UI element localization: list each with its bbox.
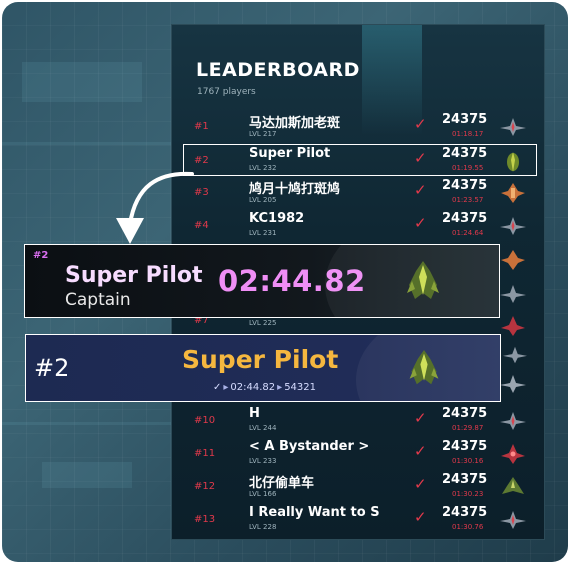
player-count: 1767 players xyxy=(197,87,256,97)
row-player-name: Super Pilot xyxy=(249,146,331,161)
row-level: LVL 225 xyxy=(249,319,277,327)
row-rank: #10 xyxy=(194,415,216,426)
check-icon: ✓ xyxy=(414,409,427,427)
row-level: LVL 231 xyxy=(249,229,277,237)
row-player-name: < A Bystander > xyxy=(249,439,370,454)
card-player-name: Super Pilot xyxy=(65,263,203,288)
check-icon: ✓ xyxy=(414,149,427,167)
leaderboard-row[interactable]: #10 H LVL 244 ✓ 24375 01:29.87 xyxy=(184,405,538,437)
check-icon: ✓ xyxy=(414,442,427,460)
row-score: 24375 xyxy=(442,112,488,127)
row-time: 01:30.16 xyxy=(452,457,484,465)
row-level: LVL 233 xyxy=(249,457,277,465)
row-player-name: KC1982 xyxy=(249,211,305,226)
red-ship-icon xyxy=(501,444,525,464)
row-level: LVL 205 xyxy=(249,196,277,204)
row-player-name: I Really Want to S xyxy=(249,505,380,520)
leaderboard-row[interactable]: #12 北仔偷单车 LVL 166 ✓ 24375 01:30.23 xyxy=(184,471,538,503)
leaderboard-title: LEADERBOARD xyxy=(196,59,360,81)
fighter-ship-icon xyxy=(500,375,526,393)
card-stats: ✓ ▸ 02:44.82 ▸ 54321 xyxy=(213,382,316,393)
row-score: 24375 xyxy=(442,472,488,487)
row-rank: #11 xyxy=(194,448,216,459)
row-level: LVL 244 xyxy=(249,424,277,432)
row-score: 24375 xyxy=(442,178,488,193)
leaderboard-row[interactable]: #13 I Really Want to S LVL 228 ✓ 24375 0… xyxy=(184,504,538,536)
fighter-ship-icon xyxy=(500,285,526,303)
check-icon: ✓ xyxy=(414,214,427,232)
background-rail xyxy=(2,142,172,145)
background-rail xyxy=(2,422,172,425)
red-ship-icon xyxy=(501,316,525,336)
card-score: 54321 xyxy=(284,382,316,393)
row-score: 24375 xyxy=(442,439,488,454)
leaderboard-row-highlighted[interactable]: #2 Super Pilot LVL 232 ✓ 24375 01:19.55 xyxy=(183,144,537,176)
leaderboard-row[interactable]: #3 鸠月十鸠打斑鸠 LVL 205 ✓ 24375 01:23.57 xyxy=(184,177,538,209)
row-rank: #12 xyxy=(194,481,216,492)
fighter-ship-icon xyxy=(500,217,526,235)
check-icon: ✓ xyxy=(414,508,427,526)
row-score: 24375 xyxy=(442,146,488,161)
row-time: 01:24.64 xyxy=(452,229,484,237)
row-rank: #1 xyxy=(194,121,209,132)
row-player-name: 北仔偷单车 xyxy=(249,476,315,491)
curved-arrow-icon xyxy=(116,171,194,244)
green-ship-icon xyxy=(502,477,524,494)
row-level: LVL 232 xyxy=(249,164,277,172)
card-time: 02:44.82 xyxy=(230,382,276,393)
row-time: 01:29.87 xyxy=(452,424,484,432)
background-block xyxy=(42,462,132,488)
card-rank: #2 xyxy=(34,354,70,382)
row-player-name: H xyxy=(249,406,260,421)
fighter-ship-icon xyxy=(500,118,526,136)
orange-ship-icon xyxy=(501,250,525,270)
row-score: 24375 xyxy=(442,505,488,520)
row-time: 01:23.57 xyxy=(452,196,484,204)
beetle-ship-icon xyxy=(507,152,519,172)
row-player-name: 马达加斯加老斑 xyxy=(249,116,341,131)
card-rank: #2 xyxy=(33,250,49,261)
row-time: 01:19.55 xyxy=(452,164,484,172)
player-card-dark[interactable]: #2 Super Pilot Captain 02:44.82 xyxy=(24,244,500,318)
row-player-name: 鸠月十鸠打斑鸠 xyxy=(249,182,341,197)
row-time: 01:30.23 xyxy=(452,490,484,498)
orange-ship-icon xyxy=(501,183,525,203)
check-icon: ✓ xyxy=(414,475,427,493)
row-rank: #13 xyxy=(194,514,216,525)
player-card-blue[interactable]: #2 Super Pilot ✓ ▸ 02:44.82 ▸ 54321 xyxy=(25,334,501,402)
row-level: LVL 228 xyxy=(249,523,277,531)
separator-icon: ▸ xyxy=(277,382,283,393)
leaderboard-row[interactable]: #4 KC1982 LVL 231 ✓ 24375 01:24.64 xyxy=(184,210,538,242)
fighter-ship-icon xyxy=(500,511,526,529)
check-icon: ✓ xyxy=(414,115,427,133)
fighter-ship-icon xyxy=(503,346,527,364)
row-score: 24375 xyxy=(442,406,488,421)
beetle-ship-icon xyxy=(407,261,439,299)
row-time: 01:30.76 xyxy=(452,523,484,531)
check-icon: ✓ xyxy=(414,181,427,199)
leaderboard-row[interactable]: #1 马达加斯加老斑 LVL 217 ✓ 24375 01:18.17 xyxy=(184,111,538,143)
row-score: 24375 xyxy=(442,211,488,226)
card-player-title: Captain xyxy=(65,290,131,310)
leaderboard-row[interactable]: #11 < A Bystander > LVL 233 ✓ 24375 01:3… xyxy=(184,438,538,470)
row-time: 01:18.17 xyxy=(452,130,484,138)
row-level: LVL 166 xyxy=(249,490,277,498)
card-player-name: Super Pilot xyxy=(182,345,339,374)
background-block xyxy=(22,62,142,102)
row-level: LVL 217 xyxy=(249,130,277,138)
card-time: 02:44.82 xyxy=(218,264,366,298)
beetle-ship-icon xyxy=(409,350,439,385)
fighter-ship-icon xyxy=(500,412,526,430)
